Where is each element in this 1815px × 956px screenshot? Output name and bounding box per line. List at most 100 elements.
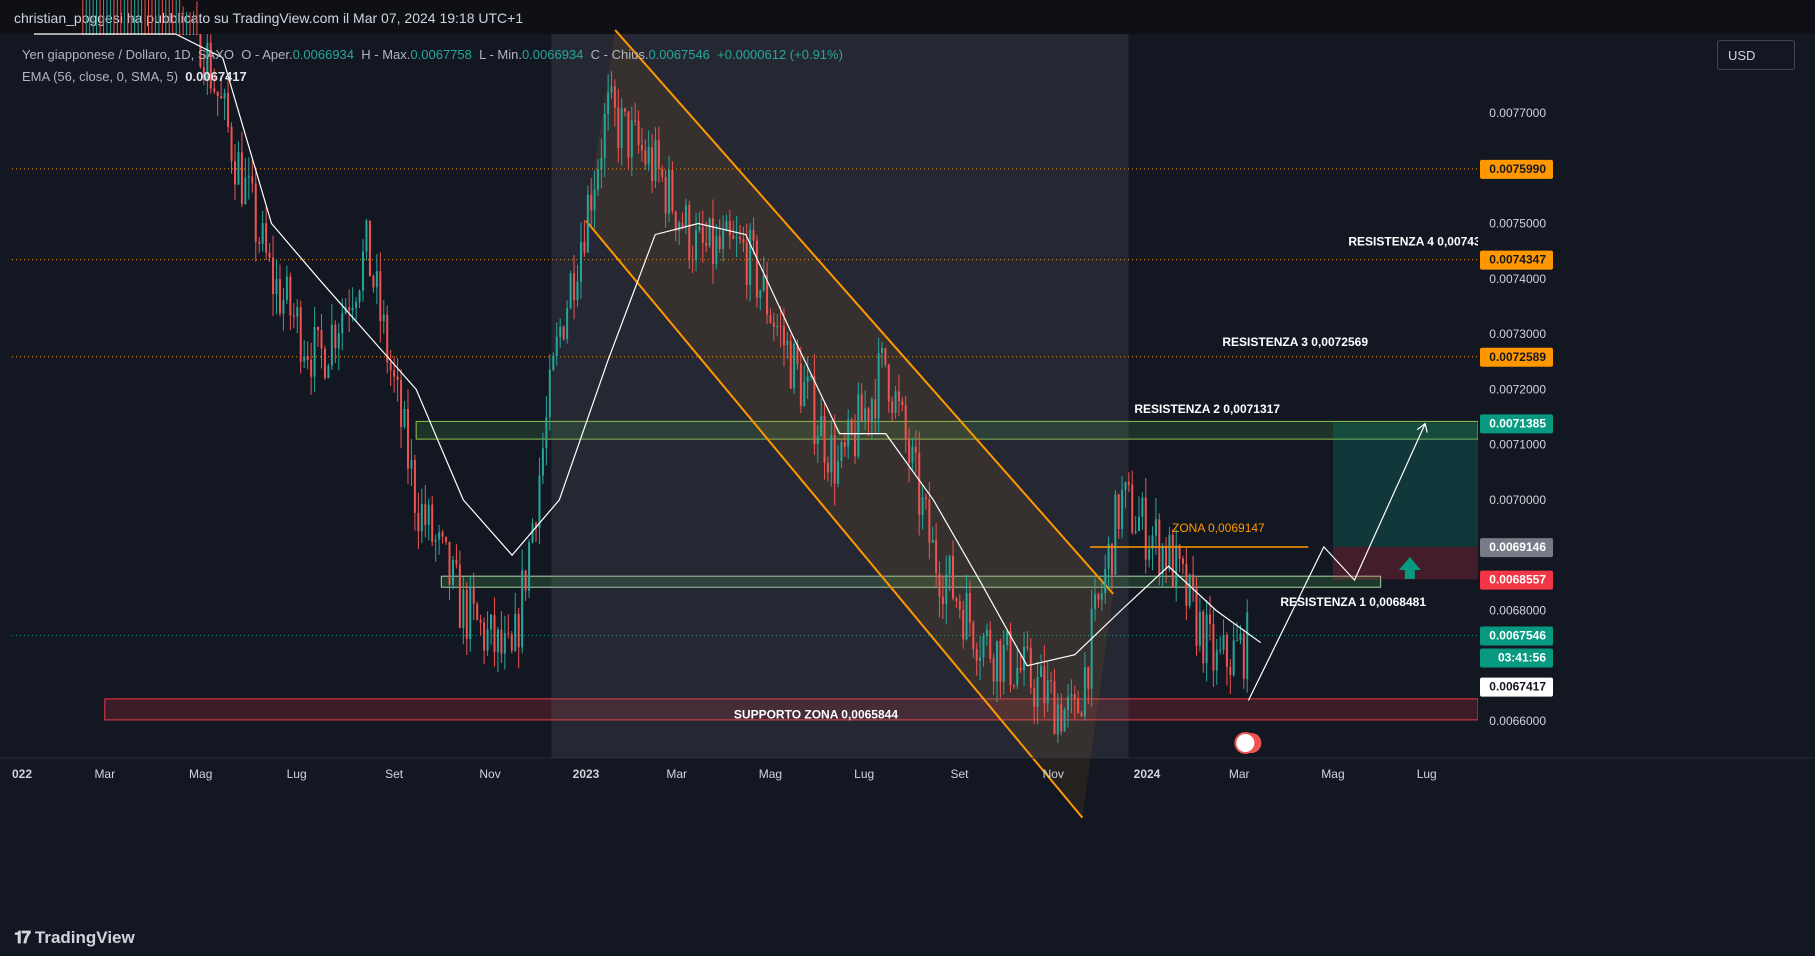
candle-body: [500, 629, 503, 654]
candle-body: [772, 322, 775, 327]
x-tick-label: Mag: [759, 767, 782, 781]
candle-body: [1219, 649, 1222, 651]
candle-body: [189, 34, 192, 35]
candle-body: [1043, 666, 1046, 704]
change-value: +0.0000612 (+0.91%): [717, 47, 843, 62]
candle-body: [434, 539, 437, 542]
candle-body: [579, 242, 582, 282]
low-label: L - Min.: [479, 47, 522, 62]
candle-body: [874, 399, 877, 419]
candle-body: [462, 589, 465, 628]
y-tick-label: 0.0073000: [1489, 327, 1546, 341]
candle-body: [490, 614, 493, 630]
candle-body: [285, 276, 288, 300]
candle-body: [1236, 640, 1239, 642]
candle-body: [989, 629, 992, 659]
candle-body: [275, 278, 278, 295]
candle-body: [837, 460, 840, 484]
candle-body: [178, 34, 181, 35]
candle-body: [1104, 568, 1107, 594]
candle-body: [483, 622, 486, 651]
candle-body: [1006, 630, 1009, 646]
candle-body: [306, 356, 309, 360]
candle-body: [1063, 709, 1066, 732]
candle-body: [455, 559, 458, 565]
candle-body: [1087, 667, 1090, 689]
x-tick-label: Mag: [1321, 767, 1344, 781]
candle-body: [853, 432, 856, 457]
candle-body: [779, 326, 782, 328]
candle-body: [310, 359, 313, 377]
candle-body: [1161, 545, 1164, 575]
candle-body: [654, 139, 657, 181]
candle-body: [1246, 612, 1249, 679]
candle-body: [722, 230, 725, 249]
candle-body: [1225, 635, 1228, 667]
candle-body: [908, 439, 911, 463]
candle-body: [935, 539, 938, 574]
candle-body: [924, 497, 927, 500]
candle-body: [793, 344, 796, 389]
symbol-name[interactable]: Yen giapponese / Dollaro, 1D, SAXO: [22, 47, 234, 62]
candle-body: [725, 221, 728, 231]
candle-body: [894, 391, 897, 414]
x-tick-label: Lug: [287, 767, 307, 781]
candle-body: [1117, 494, 1120, 530]
candle-body: [637, 120, 640, 145]
projection-target-zone[interactable]: [1332, 422, 1478, 547]
candle-body: [586, 194, 589, 253]
candle-body: [843, 442, 846, 447]
candle-body: [1127, 482, 1130, 485]
candle-body: [1002, 645, 1005, 682]
candle-body: [681, 222, 684, 228]
candle-body: [705, 242, 708, 246]
candle-body: [914, 446, 917, 453]
candle-body: [562, 326, 565, 340]
price-label: 0.0067546: [1489, 629, 1546, 643]
candle-body: [192, 34, 195, 35]
candle-body: [323, 348, 326, 379]
candle-body: [1050, 680, 1053, 682]
candle-body: [931, 539, 934, 543]
candle-body: [624, 108, 627, 112]
candle-body: [620, 108, 623, 148]
candle-body: [289, 276, 292, 316]
candle-body: [881, 347, 884, 353]
candle-body: [972, 622, 975, 649]
candle-body: [1114, 494, 1117, 575]
price-chart[interactable]: RESISTENZA 4 0,0074388 RESISTENZA 3 0,007…: [0, 0, 1815, 920]
candle-body: [476, 603, 479, 620]
candle-body: [261, 223, 264, 244]
currency-button[interactable]: USD: [1717, 40, 1795, 70]
ema-value: 0.0067417: [185, 69, 247, 84]
candle-body: [644, 150, 647, 165]
candle-body: [803, 381, 806, 407]
candle-body: [327, 365, 330, 379]
candle-body: [538, 475, 541, 528]
candle-body: [955, 598, 958, 602]
price-label: 0.0069146: [1489, 540, 1546, 554]
candle-body: [362, 251, 365, 291]
candle-body: [213, 88, 216, 92]
ema-label[interactable]: EMA (56, close, 0, SMA, 5): [22, 69, 178, 84]
candle-body: [465, 589, 468, 640]
candle-body: [752, 229, 755, 241]
x-tick-label: 2023: [573, 767, 600, 781]
candle-body: [545, 417, 548, 449]
candle-body: [195, 34, 198, 35]
candle-body: [438, 532, 441, 540]
candle-body: [901, 401, 904, 406]
candle-body: [999, 641, 1002, 682]
x-tick-label: 022: [12, 767, 32, 781]
candle-body: [317, 326, 320, 331]
candle-body: [857, 394, 860, 457]
candle-body: [1215, 650, 1218, 671]
candle-body: [431, 504, 434, 542]
annotation-label: RESISTENZA 2 0,0071317: [1134, 402, 1280, 416]
candle-body: [552, 356, 555, 370]
candle-body: [732, 235, 735, 239]
candle-body: [823, 415, 826, 463]
tradingview-logo[interactable]: 𝟏𝟕 TradingView: [14, 928, 135, 948]
candle-body: [185, 34, 188, 35]
candle-body: [240, 152, 243, 205]
